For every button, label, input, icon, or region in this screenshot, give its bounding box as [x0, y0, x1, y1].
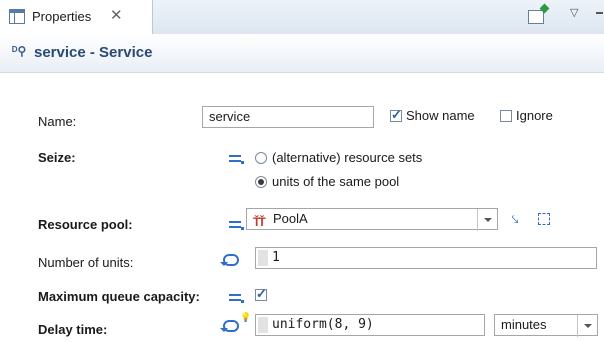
name-field[interactable]: service — [202, 106, 374, 128]
delay-time-label: Delay time: — [38, 322, 108, 337]
code-field-marker — [258, 250, 268, 266]
service-block-icon: ᴰ⚲ — [12, 44, 27, 58]
show-name-checkbox[interactable] — [390, 107, 402, 123]
pool-icon: ŤŤ — [253, 215, 266, 229]
number-of-units-label: Number of units: — [38, 255, 134, 270]
tab-properties[interactable]: Properties ✕ — [0, 0, 153, 35]
resource-pool-select[interactable]: ŤŤ PoolA — [246, 208, 498, 231]
create-pool-icon[interactable] — [538, 213, 550, 225]
chevron-down-icon[interactable] — [577, 315, 597, 337]
minimize-icon[interactable] — [596, 12, 603, 14]
seize-option-same-pool-label: units of the same pool — [272, 174, 400, 189]
code-field-marker — [258, 317, 268, 333]
max-queue-checkbox[interactable] — [255, 286, 267, 302]
number-of-units-field[interactable]: 1 — [255, 247, 597, 269]
delay-time-value: uniform(8, 9) — [272, 317, 374, 332]
static-value-icon[interactable] — [229, 292, 244, 303]
select-on-canvas-icon[interactable]: ⤥ — [508, 212, 522, 226]
max-queue-label: Maximum queue capacity: — [38, 289, 200, 304]
seize-option-same-pool[interactable] — [255, 176, 267, 188]
ignore-checkbox[interactable] — [500, 110, 512, 122]
new-window-icon[interactable] — [528, 10, 544, 24]
resource-pool-value: PoolA — [273, 211, 308, 226]
close-icon[interactable]: ✕ — [110, 6, 123, 24]
dynamic-value-icon[interactable] — [220, 320, 239, 332]
view-tab-bar: Properties ✕ ▽ — [0, 0, 604, 35]
name-label: Name: — [38, 114, 77, 129]
number-of-units-value: 1 — [272, 250, 280, 265]
show-name-label: Show name — [406, 108, 475, 123]
delay-unit-value: minutes — [501, 317, 547, 332]
seize-option-resource-sets-label: (alternative) resource sets — [272, 150, 423, 165]
static-value-icon[interactable] — [229, 219, 244, 230]
delay-unit-select[interactable]: minutes — [494, 314, 598, 337]
seize-option-resource-sets[interactable] — [255, 152, 267, 164]
dynamic-value-icon[interactable] — [220, 254, 239, 266]
properties-icon — [9, 9, 25, 24]
static-value-icon[interactable] — [229, 153, 244, 164]
chevron-down-icon[interactable] — [477, 209, 497, 231]
resource-pool-label: Resource pool: — [38, 217, 133, 232]
properties-header: ᴰ⚲ service - Service — [0, 34, 604, 73]
lightbulb-icon[interactable]: 💡 — [240, 312, 251, 323]
view-menu-icon[interactable]: ▽ — [570, 6, 578, 19]
delay-time-field[interactable]: uniform(8, 9) — [255, 314, 485, 336]
ignore-label: Ignore — [516, 108, 553, 123]
page-title: service - Service — [34, 44, 153, 61]
tab-label: Properties — [32, 9, 92, 24]
seize-label: Seize: — [38, 150, 76, 165]
